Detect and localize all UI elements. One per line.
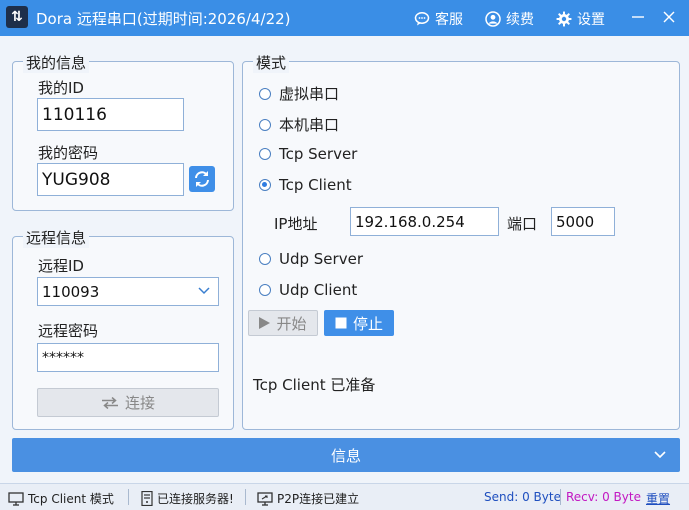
radio-button (259, 148, 271, 160)
my-id-label: 我的ID (38, 79, 84, 97)
start-button[interactable]: 开始 (248, 310, 318, 336)
my-password-label: 我的密码 (38, 144, 99, 162)
mode-option-virtual-serial[interactable]: 虚拟串口 (259, 83, 339, 104)
my-password-field[interactable]: YUG908 (37, 163, 184, 196)
status-p2p: P2P连接已建立 (257, 490, 359, 507)
support-button[interactable]: 客服 (414, 9, 463, 29)
radio-button-selected (259, 179, 271, 191)
stop-label: 停止 (352, 314, 383, 333)
connect-button[interactable]: 连接 (37, 388, 219, 417)
port-label: 端口 (507, 215, 538, 233)
status-server-text: 已连接服务器! (157, 492, 234, 506)
mode-option-tcp-server[interactable]: Tcp Server (259, 145, 357, 163)
support-label: 客服 (435, 12, 463, 28)
status-mode: Tcp Client 模式 (8, 490, 114, 507)
mode-option-tcp-client[interactable]: Tcp Client (259, 176, 352, 194)
remote-id-value: 110093 (42, 282, 100, 301)
chevron-down-icon (654, 451, 666, 459)
mode-panel: 模式 虚拟串口 本机串口 Tcp Server Tcp Client IP地址 … (242, 52, 680, 430)
close-icon[interactable] (658, 6, 680, 28)
mode-legend: 模式 (253, 52, 290, 73)
status-p2p-text: P2P连接已建立 (277, 492, 360, 506)
app-title: Dora 远程串口(过期时间:2026/4/22) (36, 10, 291, 28)
my-id-field[interactable]: 110116 (37, 98, 184, 131)
status-divider (245, 489, 246, 505)
my-info-legend: 我的信息 (23, 52, 90, 73)
server-icon (141, 491, 153, 506)
remote-info-panel: 远程信息 远程ID 110093 远程密码 ****** 连接 (12, 227, 234, 430)
send-counter: Send: 0 Byte (484, 490, 561, 504)
play-icon (259, 317, 271, 329)
mode-option-label: Udp Client (279, 281, 358, 299)
ip-address-field[interactable]: 192.168.0.254 (350, 207, 499, 236)
remote-id-label: 远程ID (38, 257, 84, 275)
settings-label: 设置 (577, 12, 605, 28)
app-logo-icon: ⇅ (6, 6, 28, 28)
mode-status-text: Tcp Client 已准备 (253, 376, 376, 394)
recv-counter: Recv: 0 Byte (566, 490, 641, 504)
mode-option-label: Tcp Client (279, 176, 352, 194)
chat-icon (414, 12, 430, 26)
title-bar: ⇅ Dora 远程串口(过期时间:2026/4/22) 客服 续费 设置 (0, 0, 689, 36)
remote-desktop-icon (257, 491, 273, 506)
stop-button[interactable]: 停止 (324, 310, 394, 336)
stop-icon (335, 317, 347, 329)
mode-option-label: 本机串口 (279, 116, 340, 134)
remote-password-label: 远程密码 (38, 322, 99, 340)
refresh-password-button[interactable] (189, 166, 215, 192)
start-label: 开始 (276, 314, 307, 333)
status-server: 已连接服务器! (141, 490, 234, 507)
renew-button[interactable]: 续费 (485, 9, 534, 29)
renew-label: 续费 (506, 12, 534, 28)
gear-icon (556, 11, 572, 27)
mode-option-udp-client[interactable]: Udp Client (259, 281, 357, 299)
settings-button[interactable]: 设置 (556, 9, 605, 29)
radio-button (259, 253, 271, 265)
status-divider (560, 489, 561, 505)
connect-label: 连接 (124, 394, 155, 412)
info-bar[interactable]: 信息 (12, 438, 680, 472)
status-mode-text: Tcp Client 模式 (28, 492, 114, 506)
ip-label: IP地址 (274, 215, 318, 233)
remote-info-legend: 远程信息 (23, 227, 90, 248)
radio-button (259, 87, 271, 100)
mode-option-label: Udp Server (279, 250, 363, 268)
minimize-icon[interactable] (627, 6, 649, 28)
info-bar-label: 信息 (330, 446, 361, 465)
mode-option-local-serial[interactable]: 本机串口 (259, 114, 339, 135)
remote-id-select[interactable]: 110093 (37, 277, 219, 306)
monitor-icon (8, 491, 24, 506)
mode-option-label: 虚拟串口 (279, 85, 340, 103)
radio-button (259, 284, 271, 296)
user-icon (485, 11, 501, 27)
swap-arrows-icon (101, 396, 118, 409)
mode-option-udp-server[interactable]: Udp Server (259, 250, 363, 268)
reset-link[interactable]: 重置 (646, 490, 670, 507)
status-divider (128, 489, 129, 505)
mode-option-label: Tcp Server (279, 145, 358, 163)
status-bar: Tcp Client 模式 已连接服务器! P2P连接已建立 Send: 0 B… (0, 483, 689, 510)
refresh-icon (195, 171, 209, 187)
radio-button (259, 118, 271, 131)
my-info-panel: 我的信息 我的ID 110116 我的密码 YUG908 (12, 52, 234, 211)
chevron-down-icon (198, 287, 210, 295)
remote-password-field[interactable]: ****** (37, 343, 219, 372)
port-field[interactable]: 5000 (551, 207, 615, 236)
